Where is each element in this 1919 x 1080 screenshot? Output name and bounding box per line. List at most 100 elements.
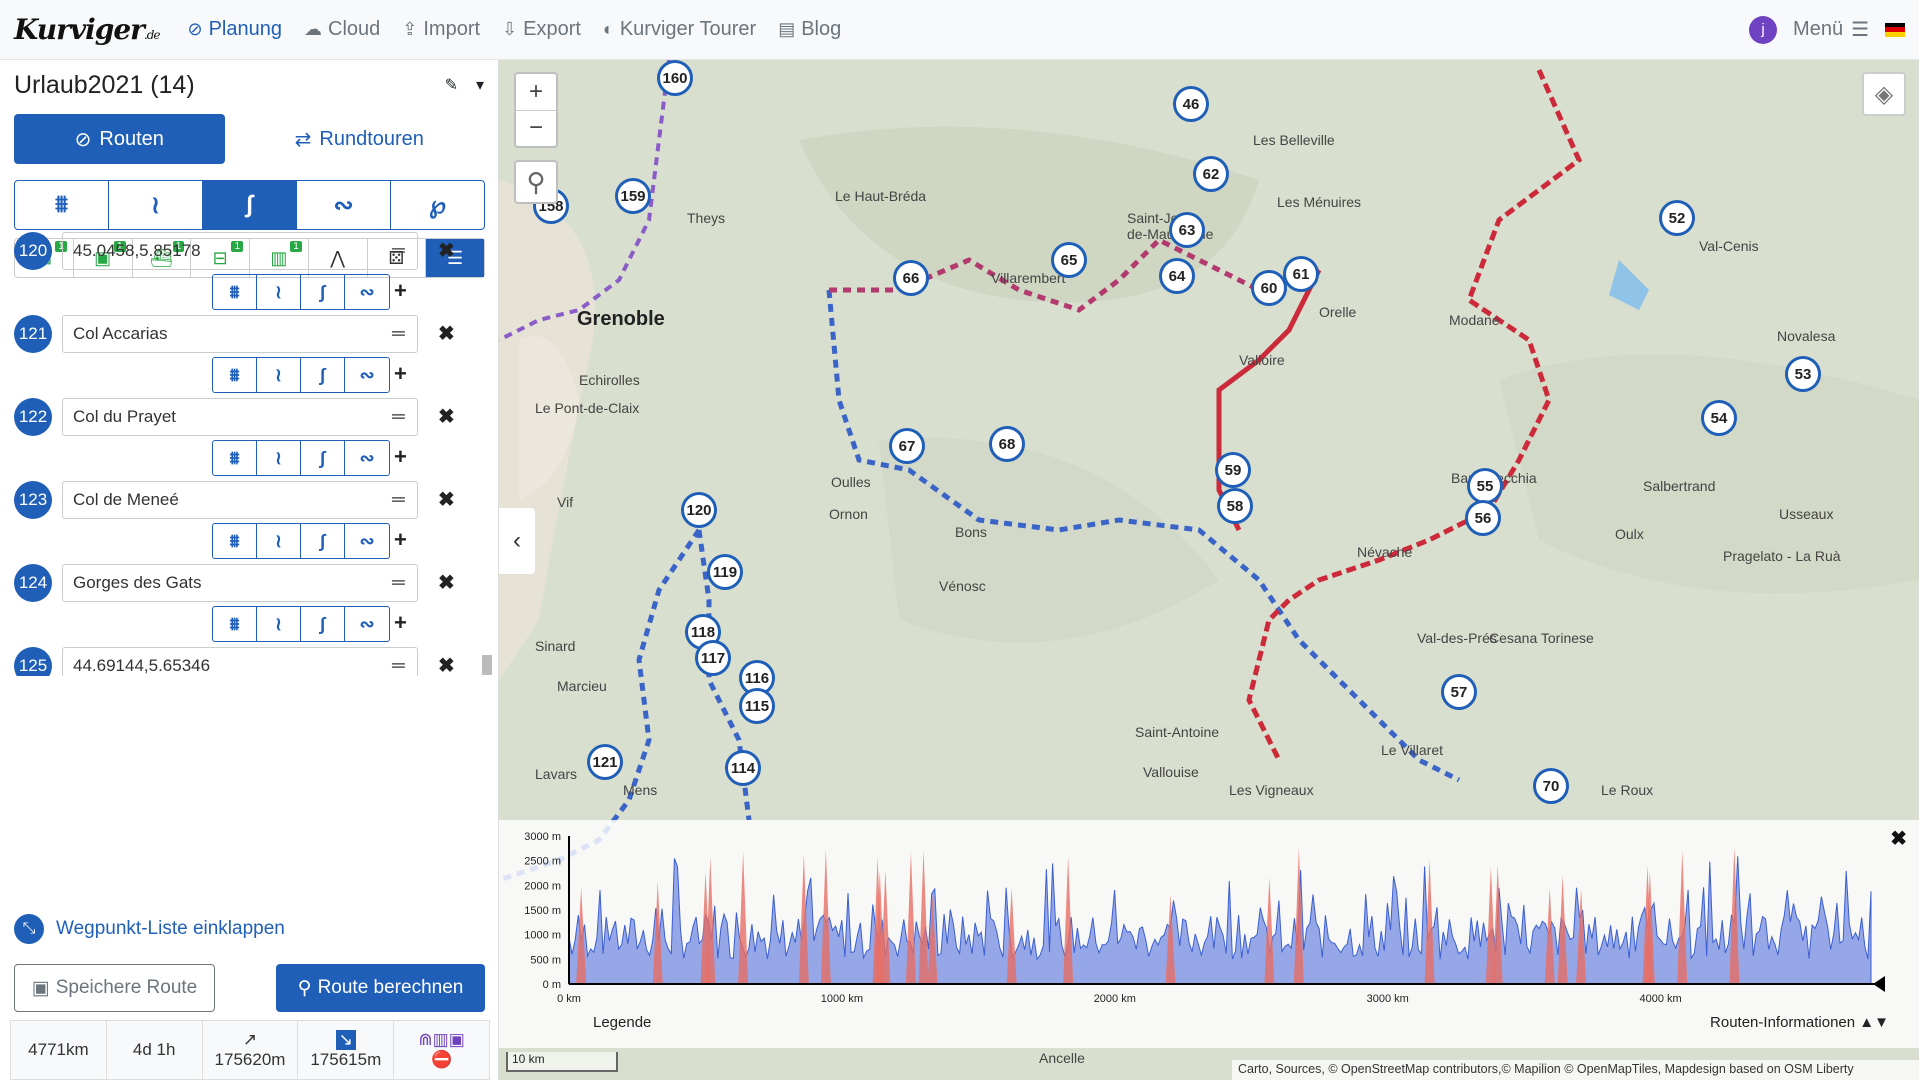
curve-option[interactable]: ∫ <box>301 441 345 475</box>
waypoint-input[interactable]: Gorges des Gats <box>62 564 418 602</box>
remove-waypoint-icon[interactable]: ✖ <box>438 404 455 429</box>
route-marker[interactable]: 64 <box>1159 258 1195 294</box>
location-pin-button[interactable]: ⚲ <box>514 160 558 204</box>
add-waypoint-icon[interactable]: + <box>394 361 407 387</box>
waypoint-input[interactable]: 45.0458,5.85178 <box>62 232 418 270</box>
drag-handle-icon[interactable]: ═ <box>392 655 405 676</box>
route-marker[interactable]: 159 <box>615 178 651 214</box>
route-marker[interactable]: 52 <box>1659 200 1695 236</box>
route-marker[interactable]: 117 <box>695 640 731 676</box>
avatar[interactable]: j <box>1749 15 1778 44</box>
waypoint-number[interactable]: 121 <box>14 315 52 353</box>
highway-option[interactable]: ⩩ <box>213 524 257 558</box>
waypoint-input[interactable]: Col de Meneé <box>62 481 418 519</box>
route-marker[interactable]: 59 <box>1215 452 1251 488</box>
nav-cloud[interactable]: ☁ Cloud <box>304 18 380 41</box>
very-curvy-option[interactable]: ∾ <box>345 441 389 475</box>
collapse-panel-button[interactable]: ‹ <box>499 508 535 574</box>
add-waypoint-icon[interactable]: + <box>394 444 407 470</box>
route-marker[interactable]: 60 <box>1251 270 1287 306</box>
waypoint-input[interactable]: 44.69144,5.65346 <box>62 647 418 676</box>
route-marker[interactable]: 114 <box>725 750 761 786</box>
very-curvy-option[interactable]: ∾ <box>297 181 391 229</box>
route-marker[interactable]: 61 <box>1283 256 1319 292</box>
highway-option[interactable]: ⩩ <box>213 358 257 392</box>
routes-tab[interactable]: ⊘ Routen <box>14 114 225 164</box>
nav-export[interactable]: ⇩ Export <box>502 18 581 41</box>
kurviger-logo[interactable]: Kurviger.de <box>14 13 160 46</box>
slight-curve-option[interactable]: ≀ <box>257 607 301 641</box>
very-curvy-option[interactable]: ∾ <box>345 607 389 641</box>
very-curvy-option[interactable]: ∾ <box>345 524 389 558</box>
nav-blog[interactable]: ▤ Blog <box>778 18 841 41</box>
calculate-route-button[interactable]: ⚲ Route berechnen <box>276 964 485 1012</box>
waypoint-number[interactable]: 120 <box>14 232 52 270</box>
scrollbar-thumb[interactable] <box>482 655 492 675</box>
remove-waypoint-icon[interactable]: ✖ <box>438 570 455 595</box>
save-route-button[interactable]: ▣ Speichere Route <box>14 964 215 1012</box>
curve-option[interactable]: ∫ <box>301 358 345 392</box>
route-marker[interactable]: 121 <box>587 744 623 780</box>
add-waypoint-icon[interactable]: + <box>394 610 407 636</box>
route-marker[interactable]: 66 <box>893 260 929 296</box>
stat-warnings[interactable]: ⋒▥▣ ⛔ <box>394 1021 489 1079</box>
highway-option[interactable]: ⩩ <box>213 275 257 309</box>
route-marker[interactable]: 119 <box>707 554 743 590</box>
route-marker[interactable]: 63 <box>1169 212 1205 248</box>
drag-handle-icon[interactable]: ═ <box>392 240 405 261</box>
waypoint-input[interactable]: Col Accarias <box>62 315 418 353</box>
slight-curve-option[interactable]: ≀ <box>257 524 301 558</box>
remove-waypoint-icon[interactable]: ✖ <box>438 321 455 346</box>
waypoint-number[interactable]: 124 <box>14 564 52 602</box>
zoom-in-button[interactable]: + <box>516 74 556 111</box>
highway-option[interactable]: ⩩ <box>213 607 257 641</box>
add-waypoint-icon[interactable]: + <box>394 278 407 304</box>
very-curvy-option[interactable]: ∾ <box>345 358 389 392</box>
remove-waypoint-icon[interactable]: ✖ <box>438 653 455 676</box>
curve-option[interactable]: ∫ <box>301 275 345 309</box>
german-flag-icon[interactable] <box>1885 22 1905 37</box>
remove-waypoint-icon[interactable]: ✖ <box>438 487 455 512</box>
route-marker[interactable]: 58 <box>1217 488 1253 524</box>
legend-label[interactable]: Legende <box>593 1014 651 1031</box>
route-marker[interactable]: 53 <box>1785 356 1821 392</box>
slightly-curvy-option[interactable]: ≀ <box>109 181 203 229</box>
drag-handle-icon[interactable]: ═ <box>392 323 405 344</box>
route-marker[interactable]: 46 <box>1173 86 1209 122</box>
waypoint-number[interactable]: 123 <box>14 481 52 519</box>
slight-curve-option[interactable]: ≀ <box>257 275 301 309</box>
route-marker[interactable]: 68 <box>989 426 1025 462</box>
elevation-chart[interactable]: 3000 m 2500 m 2000 m 1500 m 1000 m 500 m 0 m 0 … <box>499 820 1919 1010</box>
route-marker[interactable]: 160 <box>657 60 693 96</box>
close-profile-icon[interactable]: ✖ <box>1890 826 1907 851</box>
edit-icon[interactable]: ✎ <box>445 75 458 95</box>
very-curvy-option[interactable]: ∾ <box>345 275 389 309</box>
route-marker[interactable]: 120 <box>681 492 717 528</box>
waypoint-number[interactable]: 122 <box>14 398 52 436</box>
highway-option[interactable]: ⩩ <box>213 441 257 475</box>
drag-handle-icon[interactable]: ═ <box>392 572 405 593</box>
nav-planung[interactable]: ⊘ Planung <box>188 18 283 41</box>
slight-curve-option[interactable]: ≀ <box>257 441 301 475</box>
nav-kurviger-tourer[interactable]: ◐ Kurviger Tourer <box>603 18 756 41</box>
add-waypoint-icon[interactable]: + <box>394 527 407 553</box>
collapse-waypoints-link[interactable]: ⤡ Wegpunkt-Liste einklappen <box>14 914 285 944</box>
route-marker[interactable]: 62 <box>1193 156 1229 192</box>
route-marker[interactable]: 54 <box>1701 400 1737 436</box>
nav-import[interactable]: ⇪ Import <box>402 18 480 41</box>
waypoint-scrollbar[interactable] <box>480 230 492 675</box>
curvy-option[interactable]: ∫ <box>203 181 297 229</box>
slight-curve-option[interactable]: ≀ <box>257 358 301 392</box>
extreme-curvy-option[interactable]: ℘ <box>391 181 484 229</box>
layers-button[interactable]: ◈ <box>1862 72 1906 116</box>
zoom-out-button[interactable]: − <box>516 111 556 147</box>
menu-button[interactable]: Menü ☰ <box>1793 17 1869 42</box>
route-marker[interactable]: 70 <box>1533 768 1569 804</box>
roundtrips-tab[interactable]: ⇄ Rundtouren <box>235 114 484 164</box>
route-marker[interactable]: 67 <box>889 428 925 464</box>
caret-down-icon[interactable]: ▾ <box>476 75 484 95</box>
route-marker[interactable]: 115 <box>739 688 775 724</box>
curve-option[interactable]: ∫ <box>301 524 345 558</box>
highway-option[interactable]: ⩩ <box>15 181 109 229</box>
drag-handle-icon[interactable]: ═ <box>392 406 405 427</box>
